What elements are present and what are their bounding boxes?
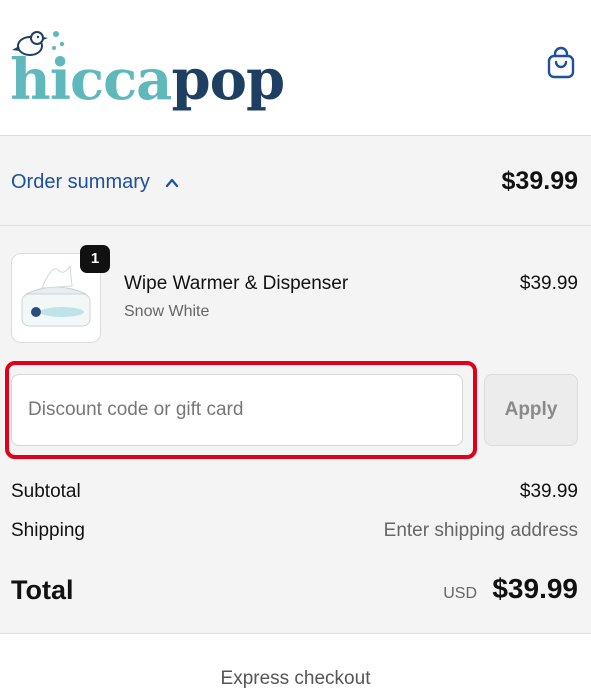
brand-wordmark-part2: pop bbox=[171, 47, 285, 113]
express-checkout-label: Express checkout bbox=[220, 668, 371, 689]
order-summary-toggle[interactable]: Order summary $39.99 bbox=[0, 136, 591, 226]
product-name: Wipe Warmer & Dispenser bbox=[124, 273, 349, 294]
discount-code-input[interactable] bbox=[11, 374, 463, 446]
subtotal-value: $39.99 bbox=[519, 481, 578, 502]
total-value: $39.99 bbox=[492, 573, 578, 604]
brand-wordmark: hiccapop bbox=[10, 52, 285, 108]
product-price: $39.99 bbox=[519, 273, 578, 294]
brand-wordmark-part1: hicca bbox=[10, 47, 172, 113]
shopping-bag-icon[interactable] bbox=[546, 46, 576, 80]
quantity-badge: 1 bbox=[80, 245, 110, 273]
shipping-value: Enter shipping address bbox=[383, 520, 578, 541]
total-label: Total bbox=[11, 575, 74, 605]
product-variant: Snow White bbox=[124, 303, 210, 320]
subtotal-label: Subtotal bbox=[11, 481, 81, 502]
total-currency: USD bbox=[443, 585, 477, 602]
shipping-label: Shipping bbox=[11, 520, 85, 541]
header: hiccapop bbox=[0, 0, 591, 136]
chevron-up-icon[interactable] bbox=[164, 175, 180, 191]
order-summary-total: $39.99 bbox=[501, 167, 578, 195]
apply-discount-button[interactable]: Apply bbox=[484, 374, 578, 446]
order-summary-label[interactable]: Order summary bbox=[11, 171, 150, 194]
divider bbox=[0, 633, 591, 634]
brand-logo[interactable]: hiccapop bbox=[10, 24, 285, 114]
order-summary-panel: Order summary $39.99 1 Wipe Warmer & Dis… bbox=[0, 136, 591, 633]
